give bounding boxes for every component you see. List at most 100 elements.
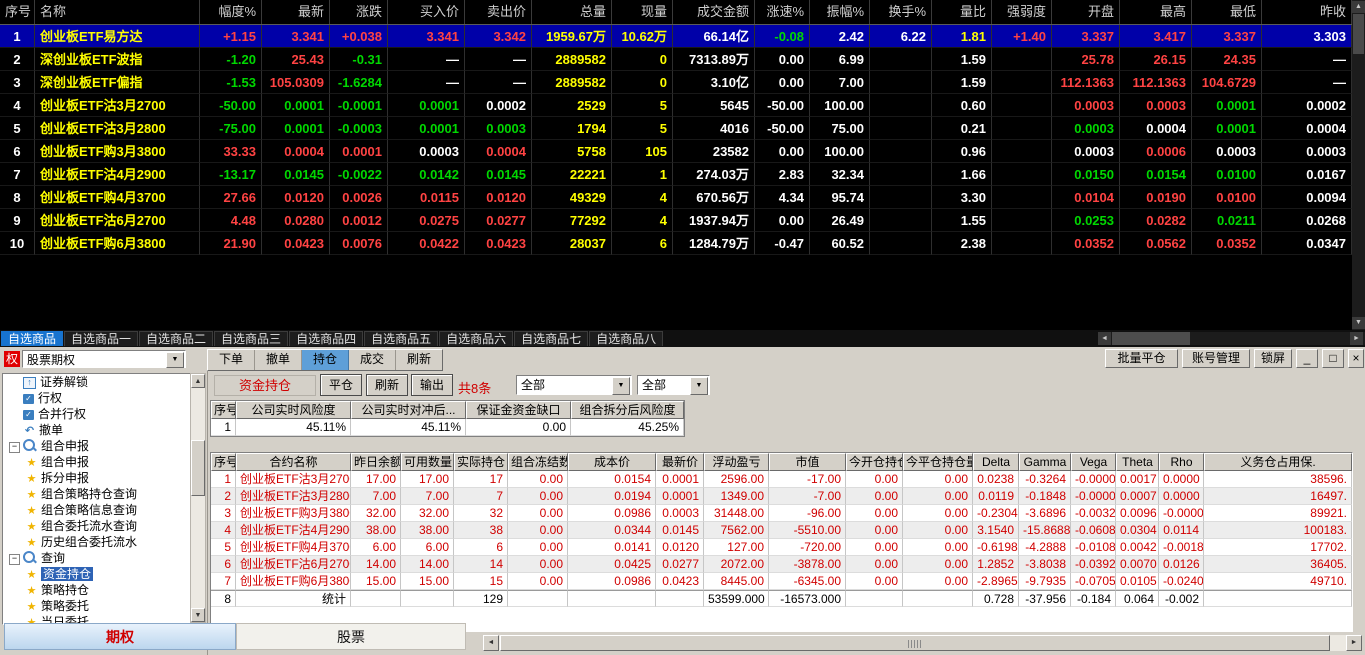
scroll-thumb[interactable] <box>1353 14 1364 54</box>
watch-tab[interactable]: 自选商品四 <box>289 331 363 346</box>
quote-row[interactable]: 10创业板ETF购6月380021.900.04230.00760.04220.… <box>0 232 1352 255</box>
table-header-cell[interactable]: 组合冻结数 <box>508 453 568 471</box>
quote-row[interactable]: 7创业板ETF沽4月2900-13.170.0145-0.00220.01420… <box>0 163 1352 186</box>
scroll-right-icon[interactable]: ► <box>1350 332 1363 345</box>
quote-row[interactable]: 8创业板ETF购4月370027.660.01200.00260.01150.0… <box>0 186 1352 209</box>
table-header-cell[interactable]: 序号 <box>211 453 236 471</box>
export-button[interactable]: 输出 <box>411 374 453 396</box>
watch-tab[interactable]: 自选商品八 <box>589 331 663 346</box>
tree-item[interactable]: ↑证券解锁 <box>3 374 191 390</box>
quote-row[interactable]: 4创业板ETF沽3月2700-50.000.0001-0.00010.00010… <box>0 94 1352 117</box>
watch-tab[interactable]: 自选商品三 <box>214 331 288 346</box>
tree-item[interactable]: ★策略持仓 <box>3 582 191 598</box>
table-header-cell[interactable]: 实际持仓 <box>454 453 508 471</box>
watch-tab[interactable]: 自选商品 <box>1 331 63 346</box>
watch-tab[interactable]: 自选商品六 <box>439 331 513 346</box>
watch-tab[interactable]: 自选商品二 <box>139 331 213 346</box>
quote-header-cell[interactable]: 开盘 <box>1052 0 1120 24</box>
table-row[interactable]: 2创业板ETF沽3月28007.007.0070.000.01940.00011… <box>211 488 1352 505</box>
position-horizontal-scrollbar[interactable]: ◄ ► <box>483 635 1362 651</box>
quote-header-cell[interactable]: 幅度% <box>200 0 262 24</box>
quote-header-cell[interactable]: 涨跌 <box>330 0 388 24</box>
close-button[interactable]: × <box>1348 349 1364 368</box>
scroll-left-icon[interactable]: ◄ <box>1098 332 1111 345</box>
tab-stocks[interactable]: 股票 <box>236 623 466 650</box>
quote-header-cell[interactable]: 强弱度 <box>992 0 1052 24</box>
quote-header-cell[interactable]: 振幅% <box>810 0 870 24</box>
quote-header-cell[interactable]: 量比 <box>932 0 992 24</box>
tree-item[interactable]: ★拆分申报 <box>3 470 191 486</box>
table-header-cell[interactable]: Rho <box>1159 453 1204 471</box>
quote-header-cell[interactable]: 名称 <box>35 0 200 24</box>
quote-row[interactable]: 1创业板ETF易方达+1.153.341+0.0383.3413.3421959… <box>0 25 1352 48</box>
maximize-button[interactable]: □ <box>1322 349 1344 368</box>
close-position-button[interactable]: 平仓 <box>320 374 362 396</box>
table-header-cell[interactable]: 组合拆分后风险度 <box>571 401 684 419</box>
scroll-right-icon[interactable]: ► <box>1346 635 1362 651</box>
table-header-cell[interactable]: 可用数量 <box>401 453 454 471</box>
action-button-批量平仓[interactable]: 批量平仓 <box>1105 349 1178 368</box>
table-header-cell[interactable]: Delta <box>973 453 1019 471</box>
quote-header-cell[interactable]: 最高 <box>1120 0 1192 24</box>
quote-header-cell[interactable]: 最低 <box>1192 0 1262 24</box>
table-row[interactable]: 5创业板ETF购4月37006.006.0060.000.01410.01201… <box>211 539 1352 556</box>
filter-select-2[interactable]: 全部 ▼ <box>637 375 710 395</box>
toolbar-button-成交[interactable]: 成交 <box>349 350 396 370</box>
tree-item[interactable]: ↶撤单 <box>3 422 191 438</box>
quote-header-cell[interactable]: 买入价 <box>388 0 465 24</box>
scroll-down-icon[interactable]: ▼ <box>191 608 205 622</box>
quote-header-cell[interactable]: 昨收 <box>1262 0 1352 24</box>
scroll-down-icon[interactable]: ▼ <box>1352 317 1365 329</box>
action-button-锁屏[interactable]: 锁屏 <box>1254 349 1292 368</box>
table-header-cell[interactable]: 今开仓持仓量 <box>846 453 903 471</box>
table-header-cell[interactable]: 义务仓占用保. <box>1204 453 1352 471</box>
quote-header-cell[interactable]: 成交金额 <box>673 0 755 24</box>
tree-item[interactable]: ★组合申报 <box>3 454 191 470</box>
toolbar-button-下单[interactable]: 下单 <box>208 350 255 370</box>
scroll-thumb[interactable] <box>191 440 205 496</box>
quote-header-cell[interactable]: 最新 <box>262 0 330 24</box>
tree-item[interactable]: −组合申报 <box>3 438 191 454</box>
quote-row[interactable]: 9创业板ETF沽6月27004.480.02800.00120.02750.02… <box>0 209 1352 232</box>
table-header-cell[interactable]: 公司实时对冲后... <box>351 401 466 419</box>
chevron-down-icon[interactable]: ▼ <box>690 377 708 395</box>
table-header-cell[interactable]: Gamma <box>1019 453 1071 471</box>
action-button-账号管理[interactable]: 账号管理 <box>1182 349 1250 368</box>
quote-row[interactable]: 6创业板ETF购3月380033.330.00040.00010.00030.0… <box>0 140 1352 163</box>
filter-select-1[interactable]: 全部 ▼ <box>516 375 632 395</box>
tree-scrollbar[interactable]: ▲ ▼ <box>190 373 206 623</box>
minimize-button[interactable]: _ <box>1296 349 1318 368</box>
quote-header-cell[interactable]: 卖出价 <box>465 0 532 24</box>
table-row[interactable]: 6创业板ETF沽6月270014.0014.00140.000.04250.02… <box>211 556 1352 573</box>
tree-item[interactable]: −查询 <box>3 550 191 566</box>
table-header-cell[interactable]: 最新价 <box>656 453 704 471</box>
quote-vertical-scrollbar[interactable]: ▲ ▼ <box>1352 0 1365 330</box>
tree-item[interactable]: ★组合委托流水查询 <box>3 518 191 534</box>
table-header-cell[interactable]: 市值 <box>769 453 846 471</box>
tree-item[interactable]: ✓合并行权 <box>3 406 191 422</box>
chevron-down-icon[interactable]: ▼ <box>166 352 184 368</box>
watch-tab[interactable]: 自选商品一 <box>64 331 138 346</box>
watch-tab[interactable]: 自选商品五 <box>364 331 438 346</box>
scroll-up-icon[interactable]: ▲ <box>1352 1 1365 13</box>
table-header-cell[interactable]: 保证金资金缺口 <box>466 401 571 419</box>
tab-options[interactable]: 期权 <box>4 623 236 650</box>
tree-item[interactable]: ★资金持仓 <box>3 566 191 582</box>
table-row[interactable]: 3创业板ETF购3月380032.0032.00320.000.09860.00… <box>211 505 1352 522</box>
quote-header-cell[interactable]: 换手% <box>870 0 932 24</box>
tree-item[interactable]: ✓行权 <box>3 390 191 406</box>
tree-item[interactable]: ★策略委托 <box>3 598 191 614</box>
quote-header-cell[interactable]: 涨速% <box>755 0 810 24</box>
quote-header-cell[interactable]: 总量 <box>532 0 612 24</box>
table-header-cell[interactable]: 公司实时风险度 <box>236 401 351 419</box>
table-row[interactable]: 8统计12953599.000-16573.0000.728-37.956-0.… <box>211 590 1352 607</box>
tree-item[interactable]: ★组合策略信息查询 <box>3 502 191 518</box>
table-header-cell[interactable]: 成本价 <box>568 453 656 471</box>
quote-header-cell[interactable]: 序号 <box>0 0 35 24</box>
scroll-thumb[interactable] <box>1112 332 1190 345</box>
quote-header-cell[interactable]: 现量 <box>612 0 673 24</box>
table-row[interactable]: 1创业板ETF沽3月270017.0017.00170.000.01540.00… <box>211 471 1352 488</box>
table-header-cell[interactable]: Theta <box>1116 453 1159 471</box>
table-header-cell[interactable]: 昨日余额 <box>351 453 401 471</box>
table-header-cell[interactable]: Vega <box>1071 453 1116 471</box>
